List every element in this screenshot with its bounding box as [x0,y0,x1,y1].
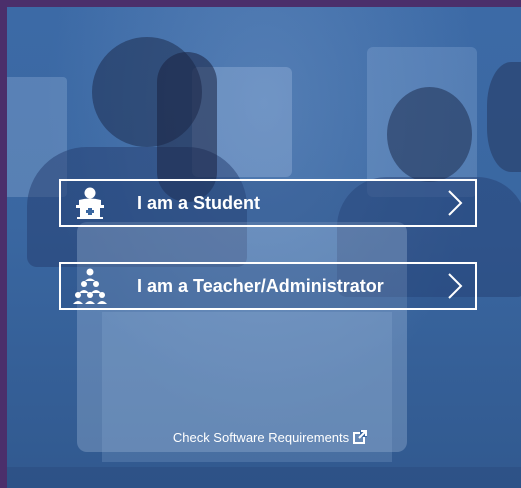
external-link-icon [353,430,368,444]
page-frame: I am a Student I am a Teacher/Administra… [0,0,521,488]
student-icon [63,181,117,225]
chevron-right-icon [435,264,475,308]
teacher-group-icon [63,264,117,308]
background-photo-student [387,87,472,182]
chevron-right-icon [435,181,475,225]
background-photo-desk [7,467,521,488]
teacher-button-label: I am a Teacher/Administrator [137,275,384,296]
student-button-label: I am a Student [137,192,261,213]
student-login-button[interactable]: I am a Student [59,179,477,227]
background-panel: I am a Student I am a Teacher/Administra… [7,7,521,488]
teacher-login-button[interactable]: I am a Teacher/Administrator [59,262,477,310]
check-software-requirements-link[interactable]: Check Software Requirements [150,427,390,447]
software-requirements-label: Check Software Requirements [172,429,350,445]
background-photo-student [487,62,521,172]
